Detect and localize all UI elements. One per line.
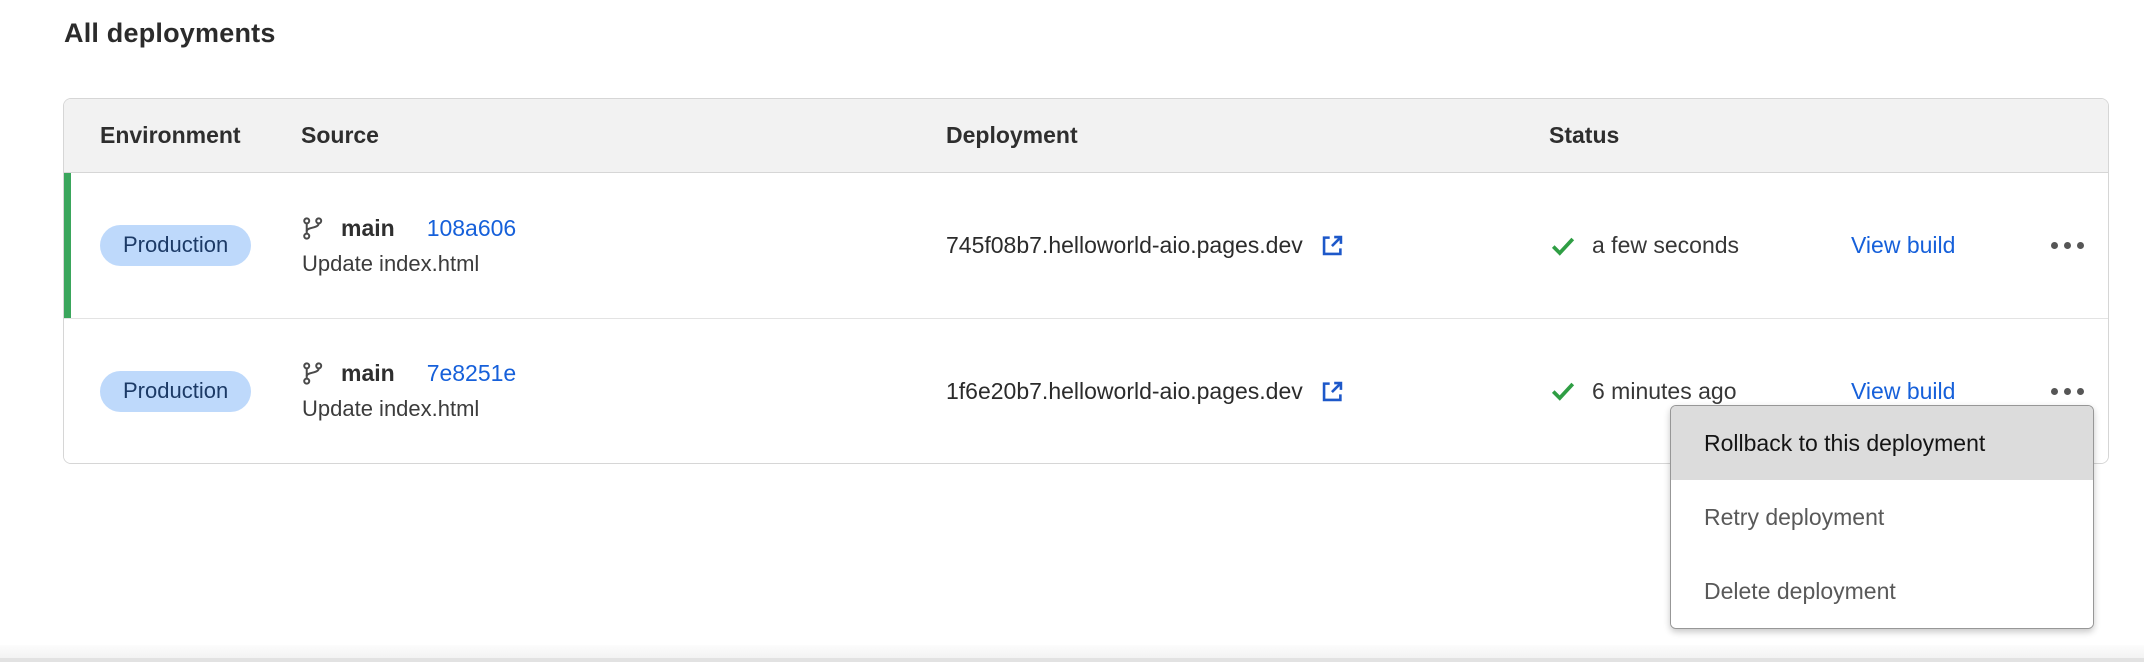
- view-build-cell: View build: [1851, 232, 2047, 259]
- success-check-icon: [1549, 378, 1577, 404]
- deployment-url: 745f08b7.helloworld-aio.pages.dev: [946, 232, 1303, 259]
- status-cell: 6 minutes ago: [1549, 378, 1851, 405]
- row-actions-cell: [2047, 376, 2108, 407]
- status-time: 6 minutes ago: [1592, 378, 1736, 405]
- environment-cell: Production: [64, 371, 301, 412]
- deployment-context-menu: Rollback to this deployment Retry deploy…: [1670, 405, 2094, 629]
- commit-link[interactable]: 108a606: [427, 215, 517, 242]
- column-header-deployment: Deployment: [946, 122, 1549, 149]
- commit-message: Update index.html: [301, 251, 516, 277]
- view-build-link[interactable]: View build: [1851, 232, 1955, 259]
- section-divider: [0, 645, 2144, 662]
- environment-badge: Production: [100, 225, 251, 266]
- environment-cell: Production: [64, 225, 301, 266]
- view-build-cell: View build: [1851, 378, 2047, 405]
- dot-icon: [2077, 388, 2084, 395]
- table-header-row: Environment Source Deployment Status: [64, 99, 2108, 173]
- menu-item-rollback[interactable]: Rollback to this deployment: [1671, 406, 2093, 480]
- row-actions-cell: [2047, 230, 2108, 261]
- page-title: All deployments: [64, 18, 276, 49]
- column-header-environment: Environment: [64, 122, 301, 149]
- row-menu-button[interactable]: [2047, 230, 2088, 261]
- branch-name: main: [341, 215, 395, 242]
- source-cell: main 7e8251e Update index.html: [301, 360, 946, 422]
- external-link-icon[interactable]: [1319, 378, 1346, 405]
- branch-name: main: [341, 360, 395, 387]
- commit-link[interactable]: 7e8251e: [427, 360, 517, 387]
- dot-icon: [2064, 242, 2071, 249]
- dot-icon: [2064, 388, 2071, 395]
- status-time: a few seconds: [1592, 232, 1739, 259]
- environment-badge: Production: [100, 371, 251, 412]
- dot-icon: [2051, 388, 2058, 395]
- deployment-cell: 1f6e20b7.helloworld-aio.pages.dev: [946, 378, 1549, 405]
- dot-icon: [2077, 242, 2084, 249]
- column-header-source: Source: [301, 122, 946, 149]
- source-cell: main 108a606 Update index.html: [301, 215, 946, 277]
- row-menu-button[interactable]: [2047, 376, 2088, 407]
- git-branch-icon: [301, 215, 326, 242]
- deployment-cell: 745f08b7.helloworld-aio.pages.dev: [946, 232, 1549, 259]
- view-build-link[interactable]: View build: [1851, 378, 1955, 405]
- success-check-icon: [1549, 233, 1577, 259]
- current-deployment-indicator: [64, 173, 71, 318]
- column-header-status: Status: [1549, 122, 1851, 149]
- deployment-url: 1f6e20b7.helloworld-aio.pages.dev: [946, 378, 1303, 405]
- git-branch-icon: [301, 360, 326, 387]
- deployments-page: All deployments Environment Source Deplo…: [0, 0, 2144, 662]
- status-cell: a few seconds: [1549, 232, 1851, 259]
- menu-item-retry[interactable]: Retry deployment: [1671, 480, 2093, 554]
- commit-message: Update index.html: [301, 396, 516, 422]
- dot-icon: [2051, 242, 2058, 249]
- menu-item-delete[interactable]: Delete deployment: [1671, 554, 2093, 628]
- external-link-icon[interactable]: [1319, 232, 1346, 259]
- table-row: Production main 108a606: [64, 173, 2108, 319]
